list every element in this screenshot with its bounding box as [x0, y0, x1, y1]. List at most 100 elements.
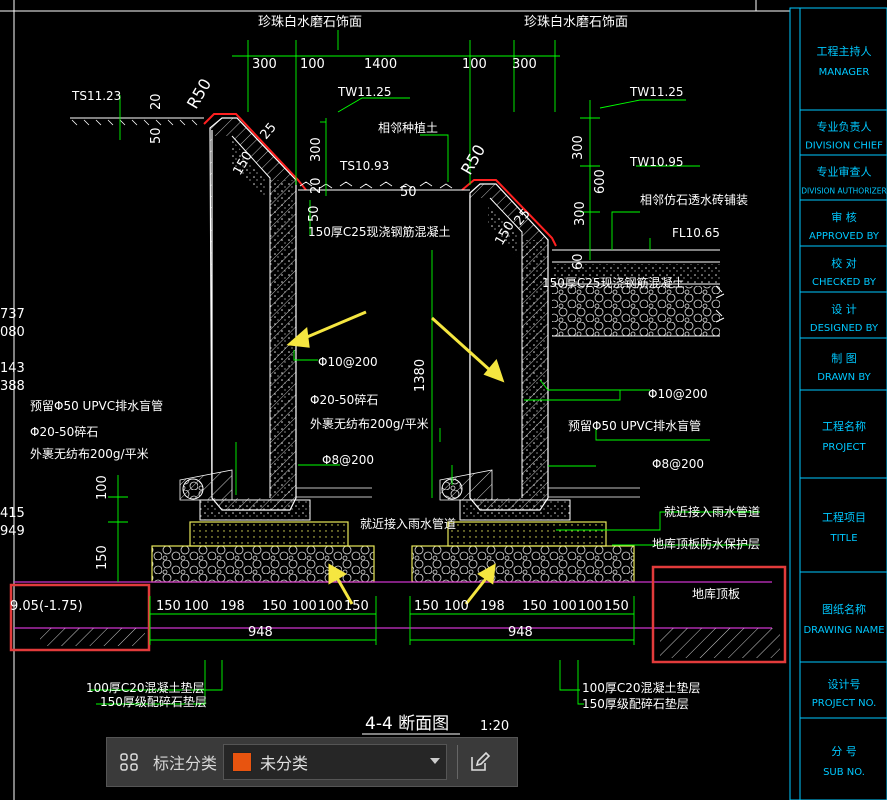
title-block-label-cn: 工程项目 [822, 511, 866, 524]
paving-note: 相邻仿石透水砖铺装 [640, 192, 748, 207]
left-edge-value: 080 [0, 325, 25, 340]
title-block-label-en: DIVISION AUTHORIZER [801, 187, 886, 196]
category-selected-value: 未分类 [260, 754, 309, 773]
finish-label-right: 珍珠白水磨石饰面 [524, 14, 628, 30]
dimension-d150c: 150 [95, 545, 110, 570]
category-color-swatch [232, 752, 253, 772]
left-edge-value: 737 [0, 307, 25, 322]
annotation-category-select[interactable]: 未分类 [223, 744, 448, 780]
pad-label-left-1: 100厚C20混凝土垫层 [86, 680, 205, 695]
dimension-d300b: 300 [512, 57, 537, 72]
total-dim-left: 948 [248, 625, 273, 640]
title-block-label-en: SUB NO. [823, 767, 865, 778]
concrete-label-right: 150厚C25现浇钢筋混凝土 [542, 275, 685, 290]
title-block-label-en: PROJECT [822, 442, 866, 453]
edit-button[interactable] [458, 739, 502, 785]
stirrup-label-right: Φ8@200 [652, 457, 704, 471]
dimension-d1400: 1400 [364, 57, 397, 72]
rebar-label-right: Φ10@200 [648, 387, 708, 401]
title-block-label-cn: 审 核 [831, 210, 857, 224]
cad-drawing-canvas[interactable]: 工程主持人 MANAGER 专业负责人 DIVISION CHIEF 专业审查人 DIVI… [0, 0, 887, 800]
dimension-d20b: 20 [309, 177, 324, 194]
bottom-dim-left: 100 [292, 599, 317, 614]
bottom-dim-right: 150 [414, 599, 439, 614]
title-block-label-cn: 专业审查人 [817, 165, 872, 179]
stirrup-label-left: Φ8@200 [322, 453, 374, 467]
title-block-label-cn: 制 图 [831, 352, 857, 365]
drain-label-left: 就近接入雨水管道 [360, 516, 456, 531]
ts-mid-elevation: TS10.93 [339, 159, 389, 173]
bottom-dim-left: 150 [344, 599, 369, 614]
dimension-d600: 600 [593, 169, 608, 194]
left-edge-value: 143 [0, 361, 25, 376]
title-block-label-cn: 工程主持人 [817, 44, 872, 58]
left-wall [151, 113, 375, 583]
title-block-label-en: TITLE [829, 533, 857, 544]
fl-elevation: FL10.65 [672, 226, 720, 240]
dimension-d60: 60 [571, 253, 586, 270]
radius-label-b: R50 [457, 141, 489, 178]
finish-label-left: 珍珠白水磨石饰面 [258, 14, 362, 30]
gravel-label-mid: Φ20-50碎石 [310, 392, 378, 407]
left-edge-value: 388 [0, 379, 25, 394]
bottom-dim-left: 150 [156, 599, 181, 614]
bottom-dim-right: 100 [552, 599, 577, 614]
edit-icon [471, 751, 491, 771]
roof-slab-label: 地库顶板 [692, 586, 740, 601]
dimension-d100b: 100 [462, 57, 487, 72]
bottom-dim-right: 100 [578, 599, 603, 614]
dimension-d50b: 50 [307, 205, 322, 222]
elevation-left-label: 9.05(-1.75) [10, 599, 83, 614]
title-block-label-en: APPROVED BY [809, 231, 880, 242]
pad-label-right-2: 150厚级配碎石垫层 [582, 696, 689, 711]
bottom-dim-left: 198 [220, 599, 245, 614]
left-ground [70, 117, 204, 126]
title-block-label-en: CHECKED BY [812, 277, 877, 288]
rebar-label-left: Φ10@200 [318, 355, 378, 369]
title-block-label-cn: 专业负责人 [817, 120, 872, 134]
dimension-d50c: 50 [400, 185, 417, 200]
title-block-label-cn: 设 计 [831, 303, 857, 316]
title-block-label-en: PROJECT NO. [812, 698, 877, 709]
pad-label-left-2: 150厚级配碎石垫层 [100, 694, 207, 709]
dimension-d300a: 300 [252, 57, 277, 72]
bottom-dim-left: 100 [318, 599, 343, 614]
gravel-label-left: Φ20-50碎石 [30, 424, 98, 439]
bottom-dim-right: 150 [522, 599, 547, 614]
title-block-label-cn: 工程名称 [822, 419, 866, 433]
dimension-d20: 20 [149, 93, 164, 110]
dimension-d100c: 100 [95, 475, 110, 500]
fabric-label-mid: 外裹无纺布200g/平米 [310, 416, 429, 431]
grid-view-button[interactable] [107, 739, 151, 785]
title-block-label-en: DRAWING NAME [803, 625, 884, 636]
fabric-label-left: 外裹无纺布200g/平米 [30, 446, 149, 461]
bottom-dim-right: 150 [604, 599, 629, 614]
bottom-dim-left: 100 [184, 599, 209, 614]
section-title: 4-4 断面图 [365, 714, 449, 734]
drain-label-right: 就近接入雨水管道 [664, 504, 760, 519]
planting-soil-label: 相邻种植土 [378, 120, 438, 135]
dimension-d300d: 300 [571, 135, 586, 160]
annotation-toolbar: 标注分类 未分类 [106, 737, 518, 787]
dimension-d1380: 1380 [413, 359, 428, 392]
title-block-label-cn: 图纸名称 [822, 602, 866, 616]
left-edge-value: 949 [0, 524, 25, 539]
dimension-d50: 50 [149, 127, 164, 144]
pipe-label-left: 预留Φ50 UPVC排水盲管 [30, 398, 163, 413]
title-block-label-cn: 设计号 [828, 678, 861, 691]
total-dim-right: 948 [508, 625, 533, 640]
ts-top-elevation: TS11.23 [71, 89, 121, 103]
title-block-label-en: DIVISION CHIEF [805, 141, 883, 152]
tw-left-elevation: TW11.25 [337, 85, 392, 99]
annotation-category-label: 标注分类 [153, 754, 218, 773]
title-block-rows: 工程主持人 MANAGER 专业负责人 DIVISION CHIEF 专业审查人 DIVI… [800, 44, 887, 800]
chevron-down-icon [430, 758, 441, 764]
roof-slab-lines [14, 581, 780, 658]
left-edge-value: 415 [0, 506, 25, 521]
pad-label-right-1: 100厚C20混凝土垫层 [582, 680, 701, 695]
grid-icon [120, 753, 138, 771]
left-edge-values: 737 080 143 388 415 949 [0, 307, 25, 539]
drawing-labels: 珍珠白水磨石饰面 珍珠白水磨石饰面 TS11.23 TW11.25 TW11.25 相邻种… [10, 14, 760, 711]
roof-protection-label: 地库顶板防水保护层 [652, 536, 760, 551]
title-block-label-en: DRAWN BY [817, 372, 871, 383]
